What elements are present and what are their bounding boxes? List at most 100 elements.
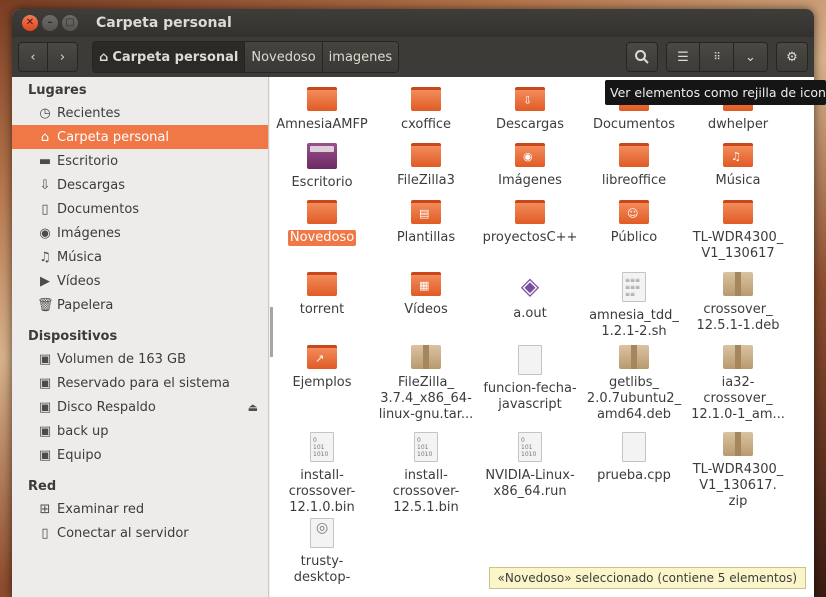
person-emblem-icon: ☺ [627,207,639,220]
sidebar-item-label: Recientes [57,105,121,121]
file-item[interactable]: FileZilla3 [376,143,476,189]
sidebar-item[interactable]: ▣ Volumen de 163 GB [12,347,268,371]
close-window-button[interactable]: ✕ [22,15,38,31]
breadcrumb-home[interactable]: ⌂ Carpeta personal [93,42,246,72]
file-name: torrent [299,302,345,317]
file-item[interactable]: ♫ Música [688,143,788,189]
file-name: ia32- crossover_ 12.1.0-1_am... [691,375,785,422]
file-item[interactable]: 0 101 1010 NVIDIA-Linux- x86_64.run [480,432,580,500]
clock-icon: ◷ [39,105,51,121]
file-item[interactable]: Novedoso [272,200,372,246]
eject-icon[interactable]: ⏏ [248,401,258,414]
music-icon: ♫ [39,249,51,265]
file-name: FileZilla3 [397,173,455,188]
drive-icon: ▣ [38,399,52,415]
list-view-button[interactable]: ☰ [666,42,700,72]
drive-icon: ▣ [38,423,52,439]
view-mode-group: ☰ ⠿ ⌄ [666,42,768,72]
sidebar-item[interactable]: ⊞ Examinar red [12,497,268,521]
file-item[interactable]: ◉ Imágenes [480,143,580,189]
file-item[interactable]: TL-WDR4300_ V1_130617 [688,200,788,262]
binary-file-icon: 0 101 1010 [310,432,334,462]
sidebar-item[interactable]: ◉ Imágenes [12,221,268,245]
file-item[interactable]: crossover_ 12.5.1-1.deb [688,272,788,334]
file-item[interactable]: AmnesiaAMFP [272,87,372,133]
file-name: Imágenes [498,173,562,188]
file-grid: «Novedoso» seleccionado (contiene 5 elem… [270,77,814,597]
back-button[interactable]: ‹ [18,42,48,72]
file-item[interactable]: Escritorio [272,143,372,191]
file-name: FileZilla_ 3.7.4_x86_64- linux-gnu.tar..… [378,375,474,422]
file-item[interactable]: FileZilla_ 3.7.4_x86_64- linux-gnu.tar..… [376,345,476,423]
file-item[interactable]: torrent [272,272,372,318]
minimize-window-button[interactable]: – [42,15,58,31]
file-item[interactable]: ia32- crossover_ 12.1.0-1_am... [688,345,788,423]
package-icon [723,345,753,369]
file-item[interactable]: ☺ Público [584,200,684,246]
text-file-icon [622,432,646,462]
sidebar-item[interactable]: ▣ Reservado para el sistema [12,371,268,395]
search-icon [635,50,649,64]
file-name: proyectosC++ [482,230,578,245]
folder-icon: ☺ [619,200,649,224]
file-item[interactable]: libreoffice [584,143,684,189]
forward-button[interactable]: › [48,42,78,72]
maximize-window-button[interactable]: ▢ [62,15,78,31]
file-name: Plantillas [396,230,456,245]
link-emblem-icon: ↗ [315,352,325,365]
file-item[interactable]: cxoffice [376,87,476,133]
drive-icon: ▣ [38,375,52,391]
breadcrumb-label: Carpeta personal [112,49,239,65]
sidebar-item[interactable]: ▣ Disco Respaldo ⏏ [12,395,268,419]
breadcrumb-novedoso[interactable]: Novedoso [245,42,323,72]
settings-button[interactable]: ⚙ [776,42,808,72]
file-item[interactable]: TL-WDR4300_ V1_130617. zip [688,432,788,510]
sidebar-item[interactable]: ⌂ Carpeta personal [12,125,268,149]
network-icon: ⊞ [39,501,51,517]
breadcrumb-imagenes[interactable]: imagenes [322,42,399,72]
breadcrumb-label: imagenes [328,49,393,65]
file-item[interactable]: ▦ Vídeos [376,272,476,318]
desktop-folder-icon [307,143,337,169]
file-item[interactable]: 0 101 1010 install- crossover- 12.1.0.bin [272,432,372,516]
grid-view-button[interactable]: ⠿ [700,42,734,72]
file-item[interactable]: ▤ Plantillas [376,200,476,246]
file-item[interactable]: ◈ a.out [480,272,580,322]
file-name: libreoffice [601,173,667,188]
file-item[interactable]: funcion-fecha- javascript [480,345,580,413]
sidebar-item[interactable]: ▯ Documentos [12,197,268,221]
sidebar-item[interactable]: ▣ Equipo [12,443,268,467]
sidebar-item-label: Disco Respaldo [57,399,156,415]
search-button[interactable] [626,42,658,72]
folder-icon: ↗ [307,345,337,369]
sidebar: Lugares ◷ Recientes ⌂ Carpeta personal ▬ Escri… [12,77,269,597]
sidebar-item[interactable]: ⇩ Descargas [12,173,268,197]
sidebar-item[interactable]: ▯ Conectar al servidor [12,521,268,545]
sidebar-item[interactable]: ♫ Música [12,245,268,269]
view-options-button[interactable]: ⌄ [734,42,768,72]
file-name: dwhelper [707,117,769,132]
file-item[interactable]: ⇩ Descargas [480,87,580,133]
sidebar-item-label: Reservado para el sistema [57,375,230,391]
desktop-folder-icon: ▬ [38,153,52,169]
sidebar-item[interactable]: ▬ Escritorio [12,149,268,173]
folder-icon [307,87,337,111]
file-item[interactable]: ↗ Ejemplos [272,345,372,391]
sidebar-item[interactable]: ▶ Vídeos [12,269,268,293]
file-item[interactable]: proyectosC++ [480,200,580,246]
sidebar-item[interactable]: ▣ back up [12,419,268,443]
sidebar-item[interactable]: 🗑 Papelera [12,293,268,317]
script-file-icon: ≡≡≡ ≡≡≡ ≡≡ [622,272,646,302]
sidebar-section-title: Red [28,479,57,494]
file-item[interactable]: ≡≡≡ ≡≡≡ ≡≡ amnesia_tdd_ 1.2.1-2.sh [584,272,684,340]
file-item[interactable]: getlibs_ 2.0.7ubuntu2_ amd64.deb [584,345,684,423]
sidebar-item[interactable]: ◷ Recientes [12,101,268,125]
file-item[interactable]: prueba.cpp [584,432,684,484]
file-name: getlibs_ 2.0.7ubuntu2_ amd64.deb [586,375,682,422]
package-icon [723,432,753,456]
film-emblem-icon: ▦ [419,279,430,292]
file-name: Vídeos [404,302,448,317]
file-item[interactable]: 0 101 1010 install- crossover- 12.5.1.bin [376,432,476,516]
file-item[interactable]: ◎ trusty- desktop- [272,518,372,586]
file-name: Público [610,230,658,245]
